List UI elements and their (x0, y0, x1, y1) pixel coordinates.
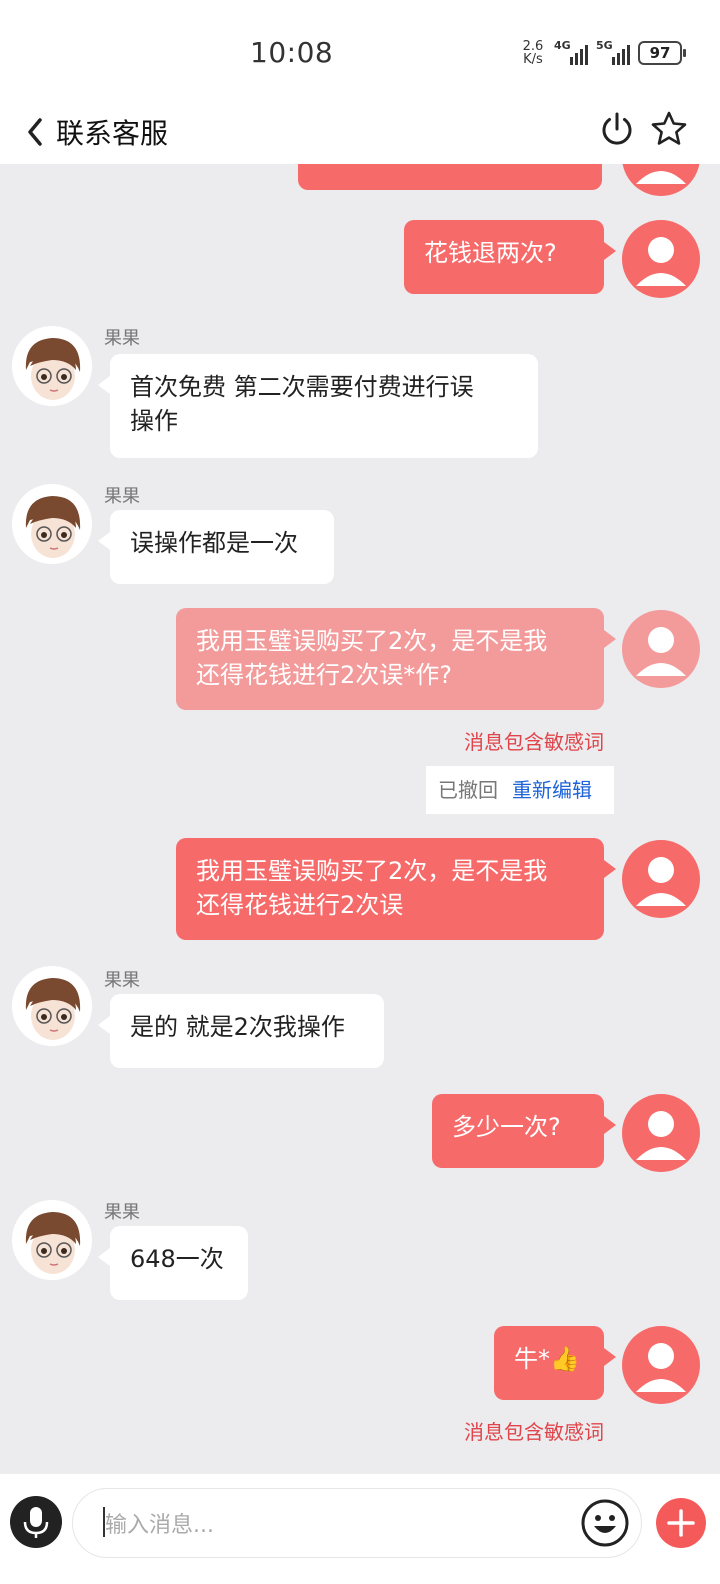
agent-avatar[interactable] (12, 326, 92, 406)
page-title: 联系客服 (56, 117, 169, 150)
add-button[interactable] (656, 1498, 706, 1548)
message-bubble-blocked[interactable]: 我用玉璧误购买了2次，是不是我 还得花钱进行2次误*作? (176, 608, 616, 710)
sensitive-word-warning: 消息包含敏感词 (464, 1420, 604, 1444)
message-bubble-incoming[interactable]: 648一次 (98, 1226, 248, 1300)
my-avatar (622, 164, 700, 196)
signal-4g-icon: 4G (554, 39, 588, 65)
message-bubble-outgoing[interactable]: 花钱退两次? (404, 220, 616, 294)
battery-icon: 97 (638, 41, 686, 65)
star-icon[interactable] (650, 110, 688, 148)
power-icon[interactable] (598, 110, 636, 148)
agent-avatar[interactable] (12, 966, 92, 1046)
thumbs-up-icon: 👍 (550, 1345, 580, 1373)
microphone-icon (23, 1507, 49, 1538)
sender-name: 果果 (104, 328, 140, 349)
my-avatar[interactable] (622, 840, 700, 918)
plus-icon (667, 1509, 695, 1537)
message-bubble-partial (298, 164, 602, 190)
message-bubble-incoming[interactable]: 首次免费 第二次需要付费进行误 操作 (98, 354, 538, 458)
my-avatar[interactable] (622, 1094, 700, 1172)
net-speed: 2.6 K/s (522, 39, 544, 67)
agent-avatar[interactable] (12, 1200, 92, 1280)
sender-name: 果果 (104, 486, 140, 507)
input-bar: 输入消息... (0, 1474, 720, 1584)
message-bubble-incoming[interactable]: 误操作都是一次 (98, 510, 334, 584)
emoji-icon[interactable] (580, 1498, 630, 1548)
my-avatar[interactable] (622, 610, 700, 688)
message-list[interactable]: 花钱退两次? 果果 首次免费 第二次需要付费进行误 操作 果果 误操作都是一次 … (0, 164, 720, 1474)
back-chevron-icon[interactable] (22, 114, 50, 150)
sensitive-word-warning: 消息包含敏感词 (464, 730, 604, 754)
my-avatar[interactable] (622, 220, 700, 298)
message-bubble-outgoing[interactable]: 我用玉璧误购买了2次，是不是我 还得花钱进行2次误 (176, 838, 616, 940)
status-indicators: 2.6 K/s 4G 5G 97 (520, 38, 686, 68)
recall-notice: 已撤回 重新编辑 (426, 766, 614, 814)
recalled-label: 已撤回 (438, 778, 498, 802)
sender-name: 果果 (104, 1202, 140, 1223)
status-time: 10:08 (250, 36, 334, 69)
input-placeholder: 输入消息... (105, 1513, 214, 1538)
my-avatar[interactable] (622, 1326, 700, 1404)
signal-5g-icon: 5G (596, 39, 630, 65)
message-bubble-incoming[interactable]: 是的 就是2次我操作 (98, 994, 384, 1068)
message-bubble-outgoing[interactable]: 牛*👍 (494, 1326, 616, 1400)
microphone-button[interactable] (10, 1496, 62, 1548)
reedit-link[interactable]: 重新编辑 (512, 778, 592, 802)
chat-header: 联系客服 (0, 100, 720, 164)
agent-avatar[interactable] (12, 484, 92, 564)
message-bubble-outgoing[interactable]: 多少一次? (432, 1094, 616, 1168)
sender-name: 果果 (104, 970, 140, 991)
message-input[interactable]: 输入消息... (72, 1488, 642, 1558)
status-bar: 10:08 2.6 K/s 4G 5G 97 (0, 0, 720, 100)
